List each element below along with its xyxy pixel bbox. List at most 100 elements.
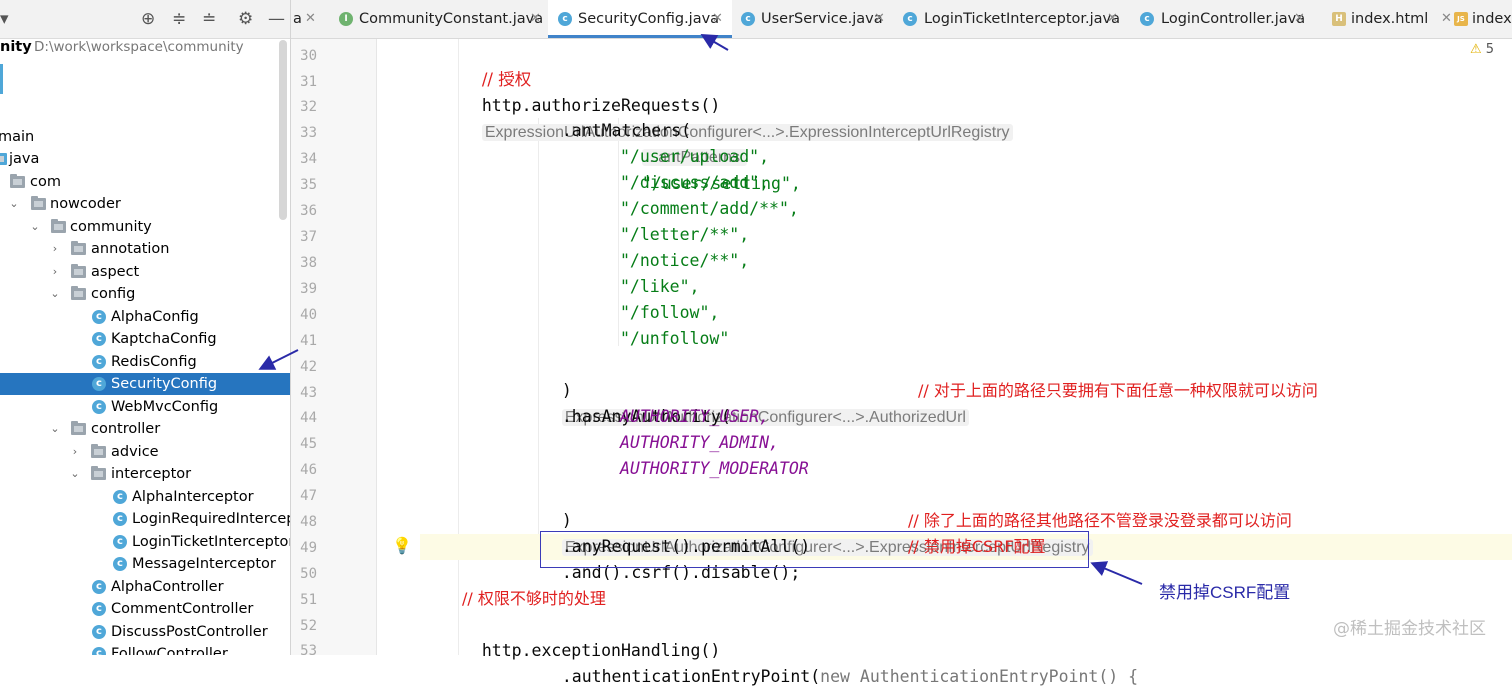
tree-item-kaptchaconfig[interactable]: c KaptchaConfig: [0, 328, 290, 350]
close-icon[interactable]: ✕: [1441, 0, 1452, 38]
code-line-53[interactable]: .authenticationEntryPoint(new Authentica…: [542, 638, 1138, 686]
tree-item-nowcoder[interactable]: ⌄ nowcoder: [0, 193, 290, 215]
tab-partial[interactable]: a ✕: [291, 0, 321, 38]
code-line-35[interactable]: "/discuss/add",: [620, 170, 769, 196]
line-number: 51: [300, 592, 317, 608]
code-line-39[interactable]: "/like",: [620, 274, 699, 300]
code-keyword: new: [820, 667, 850, 686]
tree-stub-icon: [0, 64, 3, 94]
chevron-down-icon[interactable]: ⌄: [8, 193, 20, 215]
chevron-right-icon[interactable]: ›: [49, 238, 61, 260]
close-icon[interactable]: ✕: [530, 0, 541, 38]
minimize-icon[interactable]: —: [268, 9, 285, 29]
tree-item-controller[interactable]: ⌄ controller: [0, 418, 290, 440]
tree-label: interceptor: [111, 466, 192, 482]
chevron-down-icon[interactable]: ⌄: [69, 463, 81, 485]
code-line-34[interactable]: "/user/upload",: [620, 144, 769, 170]
tree-item-alphacontroller[interactable]: c AlphaController: [0, 576, 290, 598]
code-line-32[interactable]: .antMatchers(: [542, 92, 691, 140]
code-line-31[interactable]: http.authorizeRequests() ExpressionUrlAu…: [462, 67, 1013, 141]
tree-item-aspect[interactable]: › aspect: [0, 261, 290, 283]
tree-label: AlphaInterceptor: [132, 489, 254, 505]
tab-securityconfig[interactable]: c SecurityConfig.java ✕: [548, 0, 732, 38]
code-line-46[interactable]: AUTHORITY_MODERATOR: [620, 456, 809, 482]
tree-item-discusspostcontroller[interactable]: c DiscussPostController: [0, 621, 290, 643]
class-icon: c: [113, 490, 127, 504]
code-line-51[interactable]: // 权限不够时的处理: [462, 586, 606, 612]
tree-item-messageinterceptor[interactable]: c MessageInterceptor: [0, 553, 290, 575]
tab-userservice[interactable]: c UserService.java ✕: [734, 0, 894, 38]
tree-item-config[interactable]: ⌄ config: [0, 283, 290, 305]
tree-label: AlphaConfig: [111, 309, 199, 325]
tree-item-com[interactable]: com: [0, 171, 290, 193]
code-line-52[interactable]: http.exceptionHandling(): [462, 612, 720, 660]
line-number: 52: [300, 618, 317, 634]
tab-index-js[interactable]: JS index: [1454, 0, 1512, 38]
tree-item-commentcontroller[interactable]: c CommentController: [0, 598, 290, 620]
tree-label: advice: [111, 444, 159, 460]
chevron-down-icon[interactable]: ⌄: [49, 418, 61, 440]
tab-logincontroller[interactable]: c LoginController.java ✕: [1134, 0, 1309, 38]
expand-all-icon[interactable]: ≑: [172, 9, 186, 29]
tree-label: MessageInterceptor: [132, 556, 276, 572]
class-icon: c: [92, 400, 106, 414]
code-text: .authenticationEntryPoint(: [561, 667, 821, 686]
tree-item-alphaconfig[interactable]: c AlphaConfig: [0, 306, 290, 328]
code-line-44[interactable]: AUTHORITY_USER,: [620, 404, 769, 430]
sidebar-scrollbar[interactable]: [279, 40, 287, 220]
code-line-36[interactable]: "/comment/add/**",: [620, 196, 799, 222]
collapse-all-icon[interactable]: ≐: [202, 9, 216, 29]
code-line-33[interactable]: ...antPatterns: "/user/setting",: [622, 118, 801, 193]
line-number: 45: [300, 436, 317, 452]
tree-item-webmvcconfig[interactable]: c WebMvcConfig: [0, 396, 290, 418]
class-icon: c: [113, 557, 127, 571]
tree-item-redisconfig[interactable]: c RedisConfig: [0, 351, 290, 373]
lightbulb-icon[interactable]: 💡: [392, 536, 412, 555]
tree-item-securityconfig[interactable]: c SecurityConfig: [0, 373, 290, 395]
code-line-30[interactable]: // 授权: [462, 41, 531, 89]
tree-item-interceptor[interactable]: ⌄ interceptor: [0, 463, 290, 485]
tree-item-community[interactable]: ⌄ community: [0, 216, 290, 238]
code-line-43[interactable]: .hasAnyAuthority(: [542, 378, 731, 426]
tab-index-html[interactable]: H index.html ✕: [1328, 0, 1458, 38]
code-line-41[interactable]: "/unfollow": [620, 326, 729, 352]
close-icon[interactable]: ✕: [1294, 0, 1305, 38]
line-number: 43: [300, 385, 317, 401]
line-number: 50: [300, 566, 317, 582]
dropdown-arrow-icon[interactable]: ▾: [0, 9, 9, 29]
chevron-right-icon[interactable]: ›: [49, 261, 61, 283]
folder-icon: [10, 174, 25, 188]
close-icon[interactable]: ✕: [874, 0, 885, 38]
tree-item-loginticketinterceptor[interactable]: c LoginTicketInterceptor: [0, 531, 290, 553]
tree-item-followcontroller[interactable]: c FollowController: [0, 643, 290, 655]
chevron-right-icon[interactable]: ›: [69, 441, 81, 463]
tree-item-alphainterceptor[interactable]: c AlphaInterceptor: [0, 486, 290, 508]
chevron-down-icon[interactable]: ⌄: [29, 216, 41, 238]
tree-item-advice[interactable]: › advice: [0, 441, 290, 463]
tab-communityconstant[interactable]: I CommunityConstant.java ✕: [331, 0, 546, 38]
tree-label: RedisConfig: [111, 354, 197, 370]
close-icon[interactable]: ✕: [712, 0, 723, 38]
locate-icon[interactable]: ⊕: [141, 9, 155, 29]
close-icon[interactable]: ✕: [305, 0, 316, 38]
warning-icon: ⚠: [1470, 42, 1482, 57]
code-line-37[interactable]: "/letter/**",: [620, 222, 749, 248]
code-line-40[interactable]: "/follow",: [620, 300, 719, 326]
tab-loginticketinterceptor[interactable]: c LoginTicketInterceptor.java ✕: [897, 0, 1123, 38]
code-line-47[interactable]: ) ExpressionUrlAuthorizationConfigurer<.…: [542, 482, 1093, 556]
indent-guide: [538, 118, 539, 558]
warning-indicator[interactable]: ⚠ 5: [1470, 42, 1494, 57]
code-line-45[interactable]: AUTHORITY_ADMIN,: [620, 430, 779, 456]
line-number: 30: [300, 48, 317, 64]
tree-item-loginrequiredinterceptor[interactable]: c LoginRequiredIntercept: [0, 508, 290, 530]
code-line-42[interactable]: ) ExpressionUrlAuthorizationConfigurer<.…: [542, 352, 969, 426]
gear-icon[interactable]: ⚙: [238, 9, 253, 29]
tree-item-java[interactable]: java: [0, 148, 290, 170]
project-root-row[interactable]: nity D:\work\workspace\community: [0, 36, 290, 58]
close-icon[interactable]: ✕: [1107, 0, 1118, 38]
code-line-38[interactable]: "/notice/**",: [620, 248, 749, 274]
class-icon: c: [92, 332, 106, 346]
tree-item-main[interactable]: main: [0, 126, 290, 148]
chevron-down-icon[interactable]: ⌄: [49, 283, 61, 305]
tree-item-annotation[interactable]: › annotation: [0, 238, 290, 260]
